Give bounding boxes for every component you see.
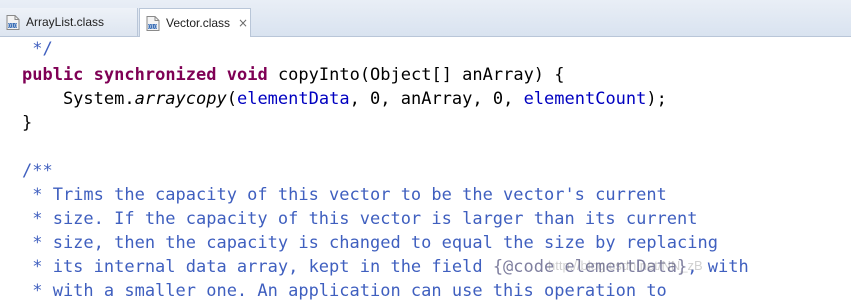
code-line: } [22, 111, 32, 135]
javadoc-text: * its internal data array, kept in the f… [22, 257, 493, 277]
tab-label: ArrayList.class [26, 15, 105, 29]
watermark: http://blog.csdn.net/NN_zB [548, 258, 703, 273]
code-line: * size. If the capacity of this vector i… [22, 207, 698, 231]
svg-text:010: 010 [8, 23, 18, 29]
code-editor[interactable]: */ public synchronized void copyInto(Obj… [0, 37, 851, 301]
code-line: /** [22, 159, 53, 183]
code-line: * with a smaller one. An application can… [22, 279, 667, 303]
tab-label: Vector.class [166, 16, 231, 30]
code-line: System.arraycopy(elementData, 0, anArray… [22, 87, 667, 111]
keyword: synchronized [93, 65, 217, 85]
static-method-call: arraycopy [134, 89, 227, 109]
javadoc-text: * size. If the capacity of this vector i… [22, 209, 698, 229]
keyword: void [226, 65, 268, 85]
field-reference: elementCount [523, 89, 647, 109]
method-signature: copyInto(Object[] anArray) { [267, 65, 565, 85]
javadoc-text: * size, then the capacity is changed to … [22, 233, 718, 253]
editor-tab-bar: 010 ArrayList.class 010 Vector.class × [0, 0, 851, 37]
javadoc-start: /** [22, 161, 53, 181]
javadoc-end: */ [22, 39, 53, 59]
keyword: public [22, 65, 84, 85]
code-text: System. [22, 89, 135, 109]
code-text: , 0, anArray, 0, [349, 89, 524, 109]
class-file-icon: 010 [6, 14, 20, 30]
close-icon[interactable]: × [238, 17, 248, 29]
field-reference: elementData [236, 89, 350, 109]
class-file-icon: 010 [146, 15, 160, 31]
closing-brace: } [22, 113, 33, 133]
svg-text:010: 010 [148, 24, 158, 30]
tab-vector-class[interactable]: 010 Vector.class × [139, 8, 251, 37]
code-line: */ [22, 37, 53, 61]
code-line: public synchronized void copyInto(Object… [22, 63, 565, 87]
code-text: ); [646, 89, 667, 109]
javadoc-text: * Trims the capacity of this vector to b… [22, 185, 667, 205]
javadoc-text: * with a smaller one. An application can… [22, 281, 667, 301]
code-text: ( [226, 89, 237, 109]
code-line: * Trims the capacity of this vector to b… [22, 183, 667, 207]
code-line: * size, then the capacity is changed to … [22, 231, 718, 255]
tab-arraylist-class[interactable]: 010 ArrayList.class [0, 8, 138, 36]
